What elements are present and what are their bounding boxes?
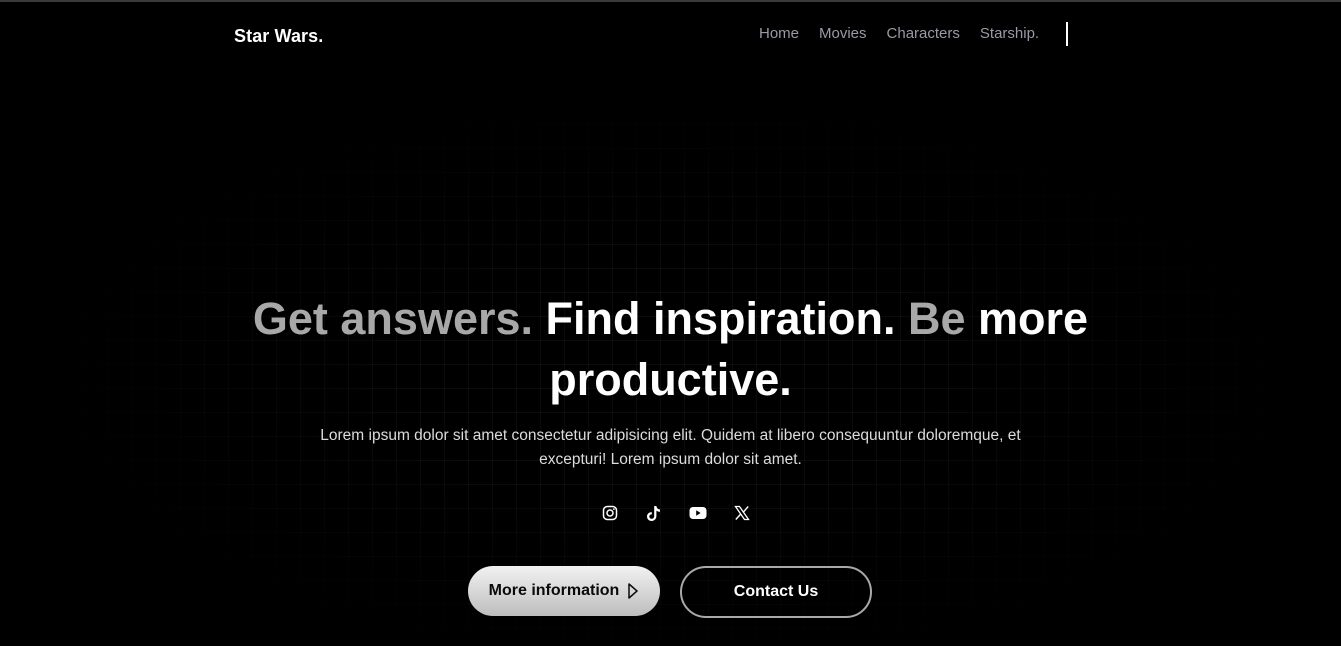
- youtube-icon[interactable]: [688, 503, 708, 523]
- brand-logo[interactable]: Star Wars.: [234, 26, 323, 47]
- play-icon: [628, 583, 639, 599]
- x-icon[interactable]: [732, 503, 752, 523]
- instagram-icon[interactable]: [600, 503, 620, 523]
- hero-section: Get answers. Find inspiration. Be more p…: [0, 288, 1341, 472]
- nav-link-home[interactable]: Home: [759, 25, 799, 42]
- hero-subtext: Lorem ipsum dolor sit amet consectetur a…: [320, 427, 1021, 468]
- nav-link-starship[interactable]: Starship.: [980, 25, 1039, 42]
- contact-us-label: Contact Us: [733, 583, 819, 600]
- social-links: [600, 503, 752, 523]
- navbar: Star Wars. Home Movies Characters Starsh…: [0, 0, 1341, 70]
- more-information-button[interactable]: More information: [468, 566, 660, 616]
- headline-segment-3: Be: [895, 293, 979, 344]
- nav-link-characters[interactable]: Characters: [887, 25, 960, 42]
- nav-link-movies[interactable]: Movies: [819, 25, 867, 42]
- page: Star Wars. Home Movies Characters Starsh…: [0, 0, 1341, 646]
- hero-headline: Get answers. Find inspiration. Be more p…: [221, 288, 1121, 410]
- tiktok-icon[interactable]: [644, 503, 664, 523]
- headline-segment-1: Get answers.: [252, 293, 546, 344]
- headline-segment-2: Find inspiration.: [545, 293, 896, 344]
- contact-us-button[interactable]: Contact Us: [680, 566, 872, 618]
- nav-links: Home Movies Characters Starship.: [759, 25, 1039, 42]
- more-information-label: More information: [488, 582, 620, 599]
- text-cursor: [1066, 22, 1068, 46]
